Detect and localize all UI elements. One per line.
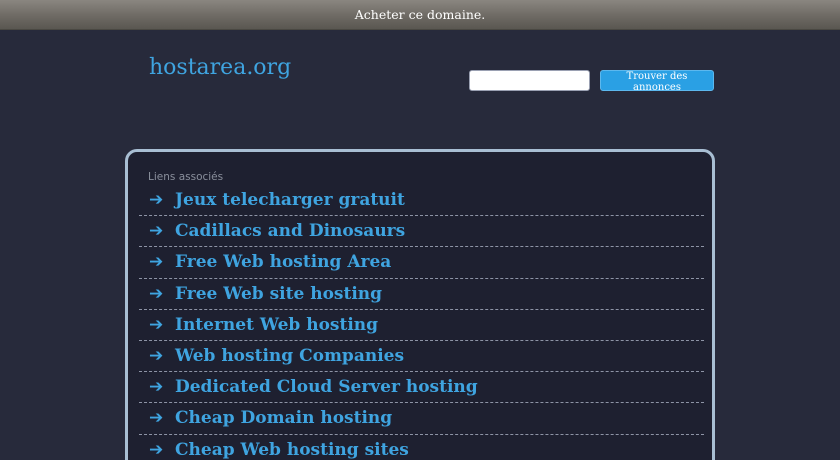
list-item: ➔ Free Web site hosting	[139, 279, 704, 310]
arrow-right-icon: ➔	[149, 314, 164, 335]
arrow-right-icon: ➔	[149, 221, 164, 242]
list-item: ➔ Jeux telecharger gratuit	[139, 185, 704, 217]
top-bar: Acheter ce domaine.	[0, 0, 840, 30]
list-item: ➔ Internet Web hosting	[139, 310, 704, 341]
arrow-right-icon: ➔	[149, 377, 164, 398]
list-item: ➔ Web hosting Companies	[139, 341, 704, 373]
list-item: ➔ Cheap Web hosting sites	[139, 435, 704, 460]
arrow-right-icon: ➔	[149, 439, 164, 460]
related-link[interactable]: Cadillacs and Dinosaurs	[175, 221, 405, 241]
search-input[interactable]	[469, 70, 590, 91]
related-link[interactable]: Web hosting Companies	[175, 346, 404, 366]
site-logo[interactable]: hostarea.org	[149, 55, 291, 80]
list-item: ➔ Dedicated Cloud Server hosting	[139, 372, 704, 404]
arrow-right-icon: ➔	[149, 408, 164, 429]
search-button[interactable]: Trouver des annonces	[600, 70, 714, 93]
arrow-right-icon: ➔	[149, 190, 164, 211]
related-link[interactable]: Free Web site hosting	[175, 284, 382, 304]
related-link[interactable]: Jeux telecharger gratuit	[175, 190, 405, 210]
related-links-list: ➔ Jeux telecharger gratuit ➔ Cadillacs a…	[139, 185, 704, 460]
list-item: ➔ Free Web hosting Area	[139, 247, 704, 279]
related-link[interactable]: Free Web hosting Area	[175, 252, 391, 272]
related-links-panel: Liens associés ➔ Jeux telecharger gratui…	[125, 149, 715, 460]
arrow-right-icon: ➔	[149, 252, 164, 273]
arrow-right-icon: ➔	[149, 346, 164, 367]
related-link[interactable]: Internet Web hosting	[175, 315, 378, 335]
related-link[interactable]: Dedicated Cloud Server hosting	[175, 377, 478, 397]
related-link[interactable]: Cheap Web hosting sites	[175, 440, 409, 460]
list-item: ➔ Cheap Domain hosting	[139, 403, 704, 435]
list-item: ➔ Cadillacs and Dinosaurs	[139, 216, 704, 248]
arrow-right-icon: ➔	[149, 283, 164, 304]
buy-domain-link[interactable]: Acheter ce domaine.	[355, 7, 485, 22]
related-link[interactable]: Cheap Domain hosting	[175, 408, 392, 428]
panel-title: Liens associés	[148, 171, 224, 183]
